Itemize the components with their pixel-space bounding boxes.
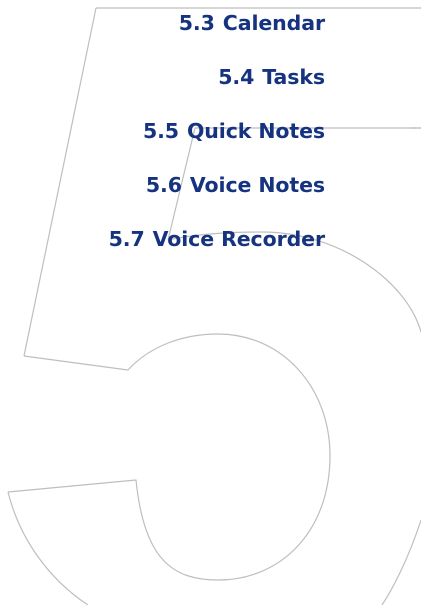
section-number: 5.5 xyxy=(142,119,179,143)
section-list: 5.3 Calendar 5.4 Tasks 5.5 Quick Notes 5.6 V… xyxy=(109,0,325,271)
section-title: Calendar xyxy=(222,11,325,35)
chapter-cover-page: { "colors": { "heading_text": "#15337f",… xyxy=(0,0,421,605)
section-entry[interactable]: 5.6 Voice Notes xyxy=(109,163,325,217)
section-entry[interactable]: 5.5 Quick Notes xyxy=(109,109,325,163)
section-entry[interactable]: 5.4 Tasks xyxy=(109,55,325,109)
section-entry[interactable]: 5.3 Calendar xyxy=(109,0,325,55)
numeral-stem-base xyxy=(7,333,331,581)
numeral-lower-sweep xyxy=(7,491,89,605)
numeral-lower-right xyxy=(381,519,421,605)
section-title: Tasks xyxy=(262,65,325,89)
section-title: Quick Notes xyxy=(186,119,325,143)
section-number: 5.6 xyxy=(145,173,182,197)
section-number: 5.7 xyxy=(108,227,145,251)
section-number: 5.4 xyxy=(218,65,255,89)
section-title: Voice Notes xyxy=(189,173,325,197)
section-title: Voice Recorder xyxy=(152,227,325,251)
section-entry[interactable]: 5.7 Voice Recorder xyxy=(109,217,325,271)
section-number: 5.3 xyxy=(178,11,215,35)
